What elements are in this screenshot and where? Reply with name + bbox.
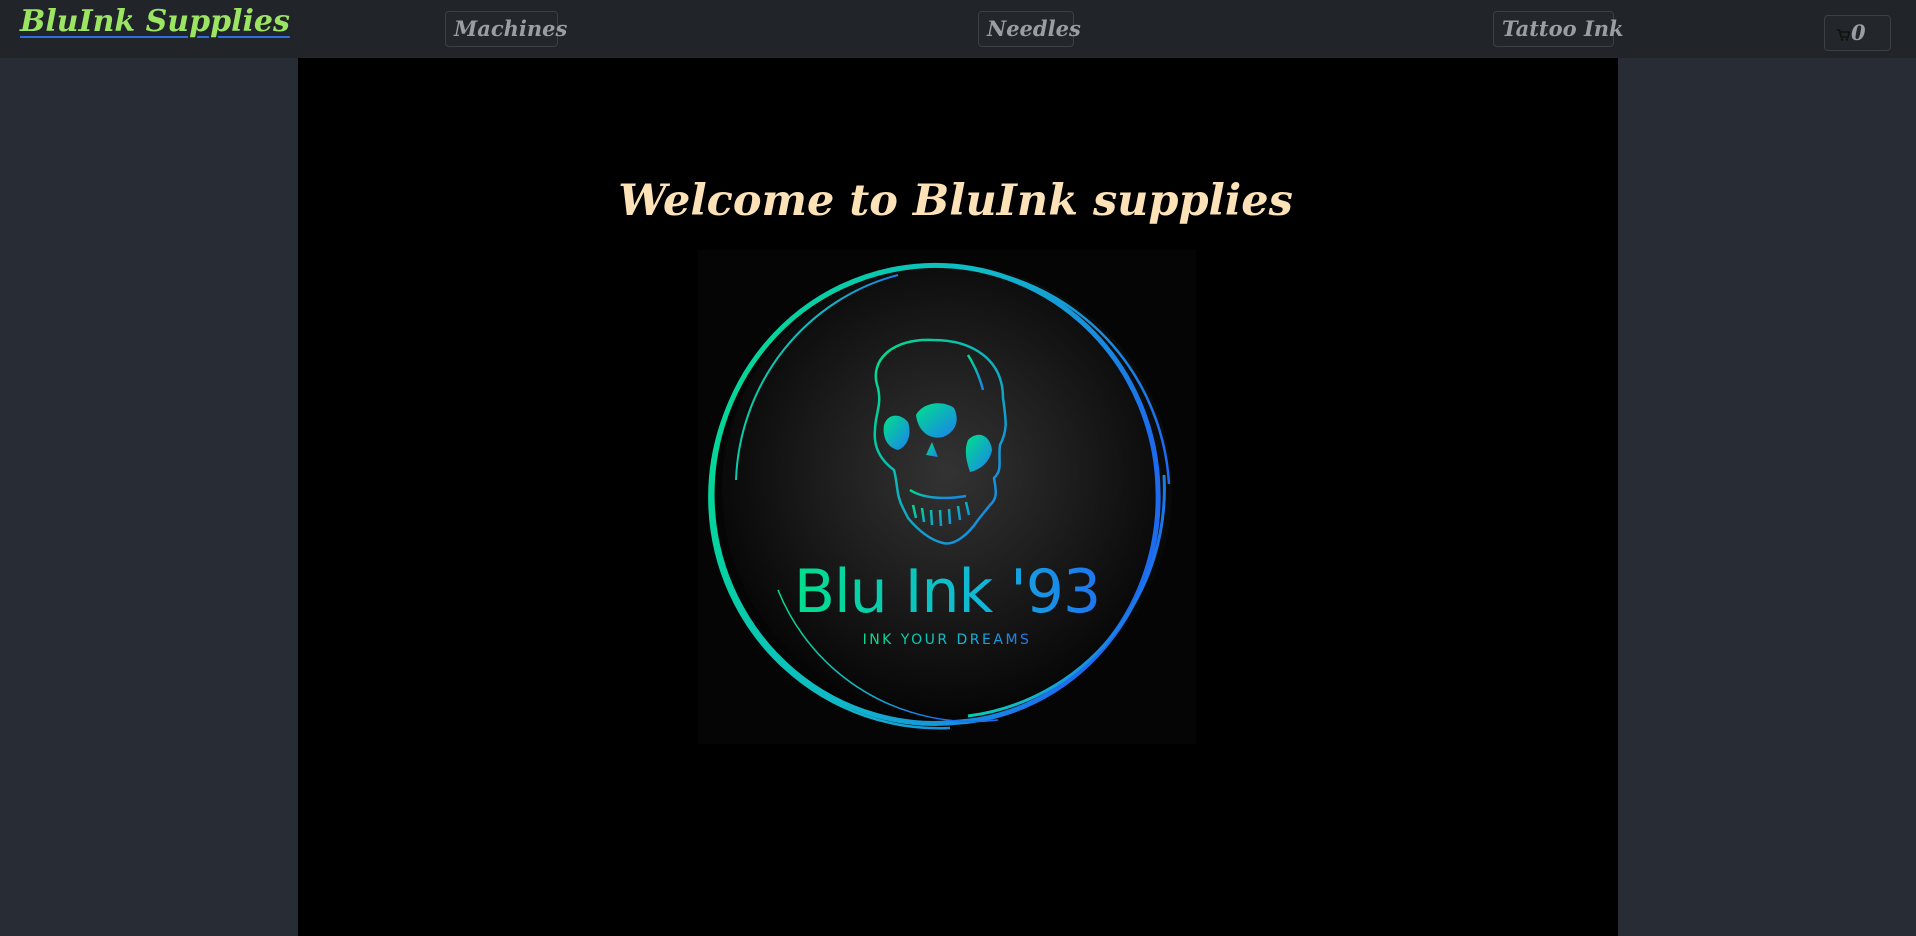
cart-button[interactable]: 0 <box>1824 15 1891 51</box>
nav-tattoo-ink-button[interactable]: Tattoo Ink <box>1493 11 1624 47</box>
logo-tagline: INK YOUR DREAMS <box>863 632 1032 648</box>
nav-machines-button[interactable]: Machines <box>445 11 567 47</box>
cart-icon <box>1837 29 1850 41</box>
cart-count: 0 <box>1851 20 1866 45</box>
logo-image: Blu Ink '93 INK YOUR DREAMS <box>698 250 1196 744</box>
welcome-heading: Welcome to BluInk supplies <box>618 176 1293 226</box>
navbar: BluInk Supplies Machines Needles Tattoo … <box>0 0 1916 58</box>
logo-title: Blu Ink '93 <box>794 557 1100 627</box>
nav-needles-button[interactable]: Needles <box>978 11 1081 47</box>
main-content: Welcome to BluInk supplies Blu Ink '93 I… <box>298 58 1618 936</box>
brand-link[interactable]: BluInk Supplies <box>20 4 290 39</box>
